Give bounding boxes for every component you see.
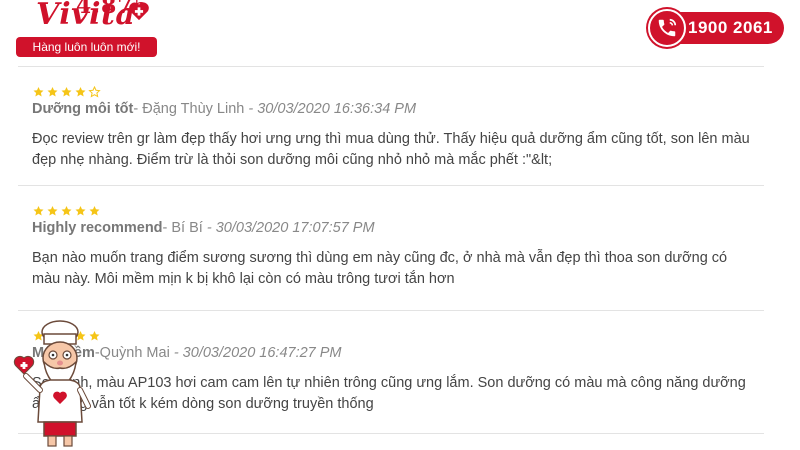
logo-wordmark: Vivita <box>36 0 136 32</box>
mascot-pharmacist-image[interactable] <box>10 318 110 450</box>
review-content: Bạn nào muốn trang điểm sương sương thì … <box>32 250 728 287</box>
review-date: - 30/03/2020 17:07:57 PM <box>206 220 375 236</box>
review-date: - 30/03/2020 16:36:34 PM <box>248 101 417 117</box>
review-title: Highly recommend <box>32 220 163 236</box>
hotline-button[interactable]: 1900 2061 <box>648 9 784 47</box>
review-list: Dưỡng môi tốt- Đặng Thùy Linh - 30/03/20… <box>18 66 764 434</box>
review-content: Son xinh, màu AP103 hơi cam cam lên tự n… <box>32 375 746 412</box>
star-filled-icon <box>61 206 72 216</box>
review-content: Đọc review trên gr làm đẹp thấy hơi ưng … <box>32 131 750 168</box>
review-item: Môi mềm-Quỳnh Mai - 30/03/2020 16:47:27 … <box>18 310 764 434</box>
vivita-logo[interactable]: 4.875 Vivita Hàng luôn luôn mới! <box>16 0 161 58</box>
star-rating <box>32 205 101 217</box>
review-item: Highly recommend- Bí Bí - 30/03/2020 17:… <box>18 185 764 310</box>
star-filled-icon <box>33 87 44 97</box>
star-empty-icon <box>88 86 101 98</box>
star-filled-icon <box>47 206 58 216</box>
review-author: - Bí Bí <box>162 220 203 236</box>
review-meta: Dưỡng môi tốt- Đặng Thùy Linh - 30/03/20… <box>32 101 416 117</box>
phone-icon <box>648 9 686 47</box>
star-filled-icon <box>61 87 72 97</box>
star-filled-icon <box>47 87 58 97</box>
tagline-badge: Hàng luôn luôn mới! <box>16 37 157 57</box>
star-filled-icon <box>75 206 86 216</box>
star-filled-icon <box>33 206 44 216</box>
review-item: Dưỡng môi tốt- Đặng Thùy Linh - 30/03/20… <box>18 66 764 185</box>
review-title: Dưỡng môi tốt <box>32 101 134 117</box>
review-author: - Đặng Thùy Linh <box>133 101 245 117</box>
heart-cross-icon <box>129 2 149 21</box>
review-meta: Highly recommend- Bí Bí - 30/03/2020 17:… <box>32 220 375 236</box>
star-filled-icon <box>75 87 86 97</box>
review-date: - 30/03/2020 16:47:27 PM <box>173 345 342 361</box>
star-filled-icon <box>89 206 100 216</box>
star-rating <box>32 86 101 98</box>
